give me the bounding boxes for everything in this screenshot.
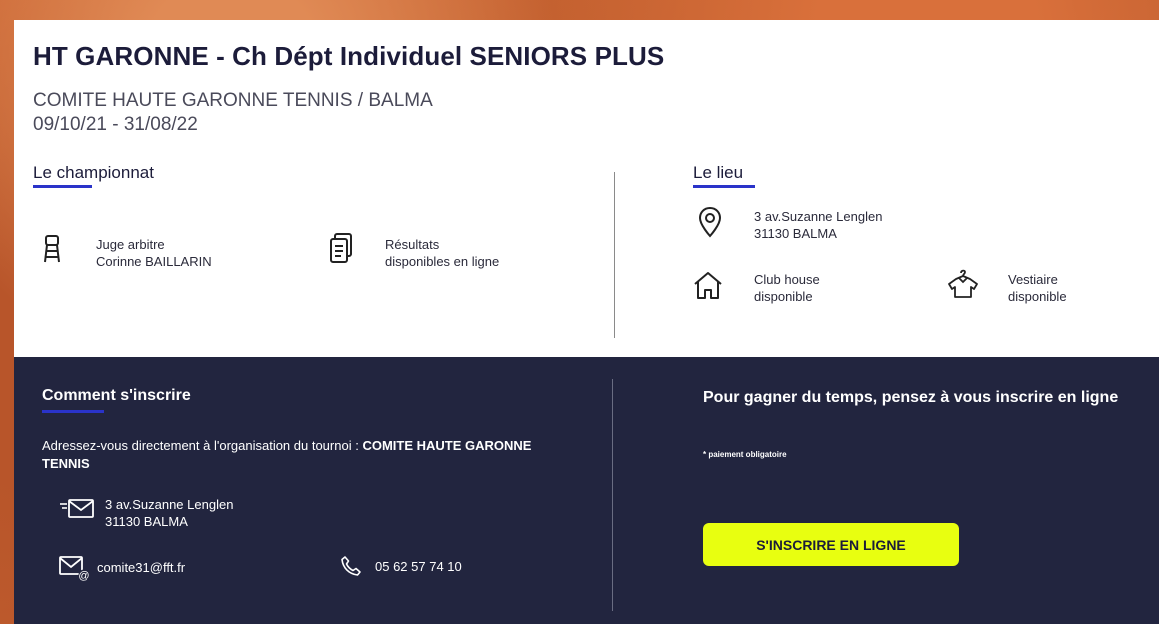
top-divider [614,172,615,338]
phone-item[interactable]: 05 62 57 74 10 [340,555,462,579]
postal-address-line1: 3 av.Suzanne Lenglen [105,497,234,512]
results-line1: Résultats [385,237,440,252]
online-heading: Pour gagner du temps, pensez à vous insc… [703,389,1119,406]
document-icon [329,232,355,263]
tournament-dates: 09/10/21 - 31/08/22 [33,114,198,135]
postal-address-item: 3 av.Suzanne Lenglen 31130 BALMA [58,497,233,530]
vestiaire-line2: disponible [1008,289,1067,304]
vestiaire-item: Vestiaire disponible [946,266,1067,305]
card-top-section: HT GARONNE - Ch Dépt Individuel SENIORS … [14,20,1159,357]
clubhouse-line1: Club house [754,272,820,287]
referee-label: Juge arbitre [96,237,165,252]
venue-address-item: 3 av.Suzanne Lenglen 31130 BALMA [698,206,882,242]
championnat-heading: Le championnat [33,163,154,182]
email-item[interactable]: @ comite31@fft.fr [58,554,185,582]
tournament-card: HT GARONNE - Ch Dépt Individuel SENIORS … [14,20,1159,624]
results-item: Résultats disponibles en ligne [329,232,499,270]
lieu-underline [693,185,755,188]
house-icon [692,269,724,299]
referee-chair-icon [42,234,68,264]
register-online-button[interactable]: S'INSCRIRE EN LIGNE [703,523,959,566]
inscription-underline [42,410,104,413]
results-line2: disponibles en ligne [385,254,500,269]
referee-item: Juge arbitre Corinne BAILLARIN [42,234,212,270]
vestiaire-line1: Vestiaire [1008,272,1058,287]
inscription-heading: Comment s'inscrire [42,387,191,404]
payment-note: * paiement obligatoire [703,450,787,459]
bottom-divider [612,379,613,611]
page-title: HT GARONNE - Ch Dépt Individuel SENIORS … [33,41,665,71]
registration-panel: Comment s'inscrire Adressez-vous directe… [14,357,1159,624]
email-at-icon: @ [58,554,92,582]
postal-address-line2: 31130 BALMA [105,514,188,529]
inscription-intro-text: Adressez-vous directement à l'organisati… [42,438,363,453]
mail-send-icon [58,497,96,521]
lieu-heading: Le lieu [693,163,744,182]
email-address[interactable]: comite31@fft.fr [97,559,185,576]
svg-text:@: @ [78,570,89,582]
venue-address-line2: 31130 BALMA [754,226,837,241]
clubhouse-line2: disponible [754,289,813,304]
championnat-underline [33,185,92,188]
clubhouse-item: Club house disponible [692,269,820,305]
organizer-label: COMITE HAUTE GARONNE TENNIS / BALMA [33,90,433,111]
location-pin-icon [698,206,724,238]
referee-name: Corinne BAILLARIN [96,254,212,269]
phone-icon [340,555,364,579]
shirt-hanger-icon [946,266,980,300]
phone-number[interactable]: 05 62 57 74 10 [375,558,462,575]
venue-address-line1: 3 av.Suzanne Lenglen [754,209,883,224]
inscription-intro: Adressez-vous directement à l'organisati… [42,437,562,473]
